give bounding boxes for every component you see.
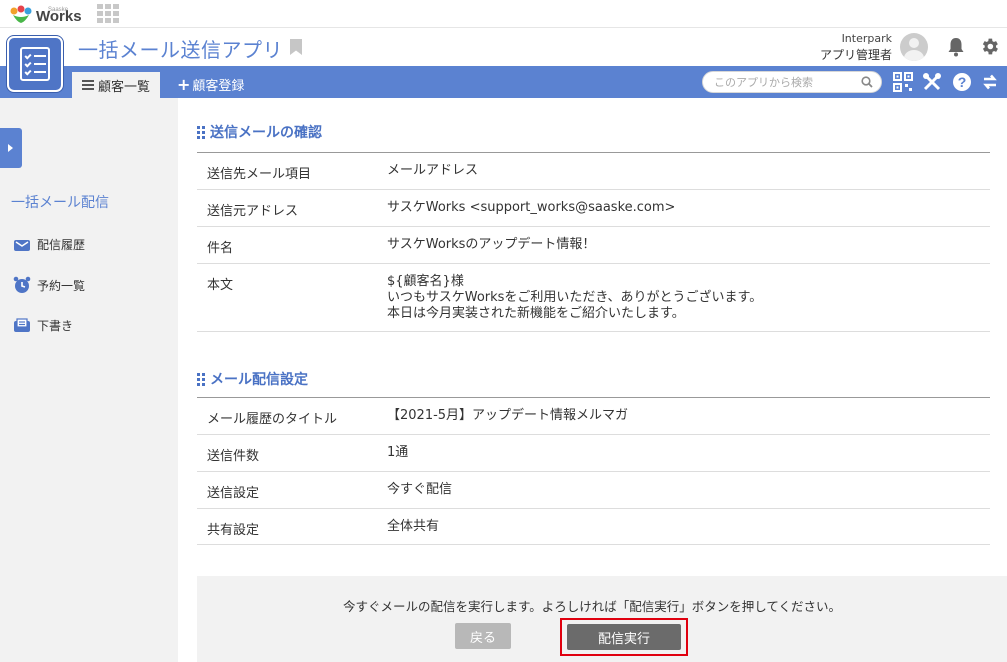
table-row: 共有設定 全体共有 bbox=[197, 508, 990, 545]
table-row: 本文 ${顧客名}様 いつもサスケWorksをご利用いただき、ありがとうございま… bbox=[197, 263, 990, 332]
avatar[interactable] bbox=[900, 33, 928, 61]
execute-delivery-button[interactable]: 配信実行 bbox=[567, 624, 681, 650]
tab-customer-list-label: 顧客一覧 bbox=[98, 79, 151, 95]
alarm-clock-icon bbox=[13, 276, 31, 293]
draft-icon bbox=[14, 317, 30, 332]
action-panel: 今すぐメールの配信を実行します。よろしければ「配信実行」ボタンを押してください。… bbox=[197, 576, 1007, 662]
plus-icon: + bbox=[177, 74, 191, 94]
section-title-confirm: 送信メールの確認 bbox=[197, 122, 322, 142]
table-row: 送信件数 1通 bbox=[197, 434, 990, 471]
grip-icon bbox=[197, 125, 205, 139]
tab-customer-list[interactable]: 顧客一覧 bbox=[72, 72, 160, 98]
logo-mark-icon bbox=[10, 5, 32, 23]
list-icon bbox=[82, 80, 94, 90]
row-value: メールアドレス bbox=[387, 163, 479, 178]
row-value: 全体共有 bbox=[387, 519, 440, 534]
row-key: 送信件数 bbox=[207, 449, 260, 464]
tab-customer-register-label: 顧客登録 bbox=[192, 79, 245, 94]
row-key: 送信設定 bbox=[207, 486, 260, 501]
help-icon[interactable]: ? bbox=[952, 72, 972, 92]
table-row: 件名 サスケWorksのアップデート情報！ bbox=[197, 226, 990, 263]
body-line: いつもサスケWorksをご利用いただき、ありがとうございます。 bbox=[387, 290, 763, 305]
sidebar-item-reservations[interactable]: 予約一覧 bbox=[13, 276, 85, 294]
confirm-table: 送信先メール項目 メールアドレス 送信元アドレス サスケWorks <suppo… bbox=[197, 152, 990, 332]
row-key: 送信元アドレス bbox=[207, 204, 299, 219]
row-value: 1通 bbox=[387, 445, 409, 460]
row-key: 件名 bbox=[207, 241, 234, 256]
mail-history-icon bbox=[14, 239, 30, 251]
tools-icon[interactable] bbox=[922, 72, 942, 92]
top-bar: Saaske Works bbox=[0, 0, 1007, 28]
gear-icon[interactable] bbox=[979, 36, 1000, 57]
app-title: 一括メール送信アプリ bbox=[78, 38, 283, 62]
row-key: メール履歴のタイトル bbox=[207, 412, 338, 427]
table-row: 送信元アドレス サスケWorks <support_works@saaske.c… bbox=[197, 189, 990, 226]
user-org: Interpark bbox=[841, 32, 892, 45]
bell-icon[interactable] bbox=[947, 37, 965, 57]
row-value: サスケWorks <support_works@saaske.com> bbox=[387, 200, 676, 215]
table-row: メール履歴のタイトル 【2021-5月】アップデート情報メルマガ bbox=[197, 397, 990, 434]
checklist-app-icon[interactable] bbox=[7, 36, 63, 92]
user-role[interactable]: アプリ管理者 bbox=[820, 46, 892, 63]
sidebar-item-drafts[interactable]: 下書き bbox=[13, 317, 73, 334]
row-key: 本文 bbox=[207, 278, 234, 293]
action-message: 今すぐメールの配信を実行します。よろしければ「配信実行」ボタンを押してください。 bbox=[342, 599, 841, 614]
back-button[interactable]: 戻る bbox=[455, 623, 511, 649]
table-row: 送信先メール項目 メールアドレス bbox=[197, 152, 990, 189]
sidebar-item-label: 下書き bbox=[37, 319, 74, 333]
sidebar-item-history[interactable]: 配信履歴 bbox=[13, 236, 85, 253]
row-value-body: ${顧客名}様 いつもサスケWorksをご利用いただき、ありがとうございます。 … bbox=[387, 274, 762, 322]
grip-icon bbox=[197, 372, 205, 386]
table-row: 送信設定 今すぐ配信 bbox=[197, 471, 990, 508]
settings-table: メール履歴のタイトル 【2021-5月】アップデート情報メルマガ 送信件数 1通… bbox=[197, 397, 990, 545]
brand-name: Saaske Works bbox=[36, 4, 82, 25]
section-title-label: 送信メールの確認 bbox=[210, 125, 322, 141]
qr-code-icon[interactable] bbox=[893, 72, 913, 92]
search-icon[interactable] bbox=[861, 76, 873, 88]
row-value: サスケWorksのアップデート情報！ bbox=[387, 237, 596, 252]
section-title-label: メール配信設定 bbox=[210, 372, 308, 388]
switch-icon[interactable] bbox=[980, 72, 1000, 92]
app-grid-icon[interactable] bbox=[97, 4, 119, 23]
highlight-frame: 配信実行 bbox=[560, 618, 688, 656]
row-key: 送信先メール項目 bbox=[207, 167, 312, 182]
sidebar-toggle-button[interactable] bbox=[0, 128, 22, 168]
body-line: ${顧客名}様 bbox=[387, 274, 464, 289]
sidebar bbox=[0, 98, 178, 662]
sidebar-heading[interactable]: 一括メール配信 bbox=[11, 192, 109, 212]
section-title-settings: メール配信設定 bbox=[197, 369, 308, 389]
svg-text:?: ? bbox=[958, 74, 967, 90]
search-box bbox=[702, 71, 882, 93]
search-input[interactable] bbox=[714, 75, 854, 90]
row-key: 共有設定 bbox=[207, 523, 260, 538]
tab-customer-register[interactable]: + 顧客登録 bbox=[177, 75, 244, 94]
saaske-works-logo[interactable]: Saaske Works bbox=[8, 3, 82, 25]
brand-sup: Saaske bbox=[48, 6, 69, 13]
row-value: 【2021-5月】アップデート情報メルマガ bbox=[387, 408, 629, 423]
row-value: 今すぐ配信 bbox=[387, 482, 453, 497]
body-line: 本日は今月実装された新機能をご紹介いたします。 bbox=[387, 306, 685, 321]
sidebar-item-label: 配信履歴 bbox=[37, 238, 86, 252]
sidebar-item-label: 予約一覧 bbox=[37, 278, 86, 293]
